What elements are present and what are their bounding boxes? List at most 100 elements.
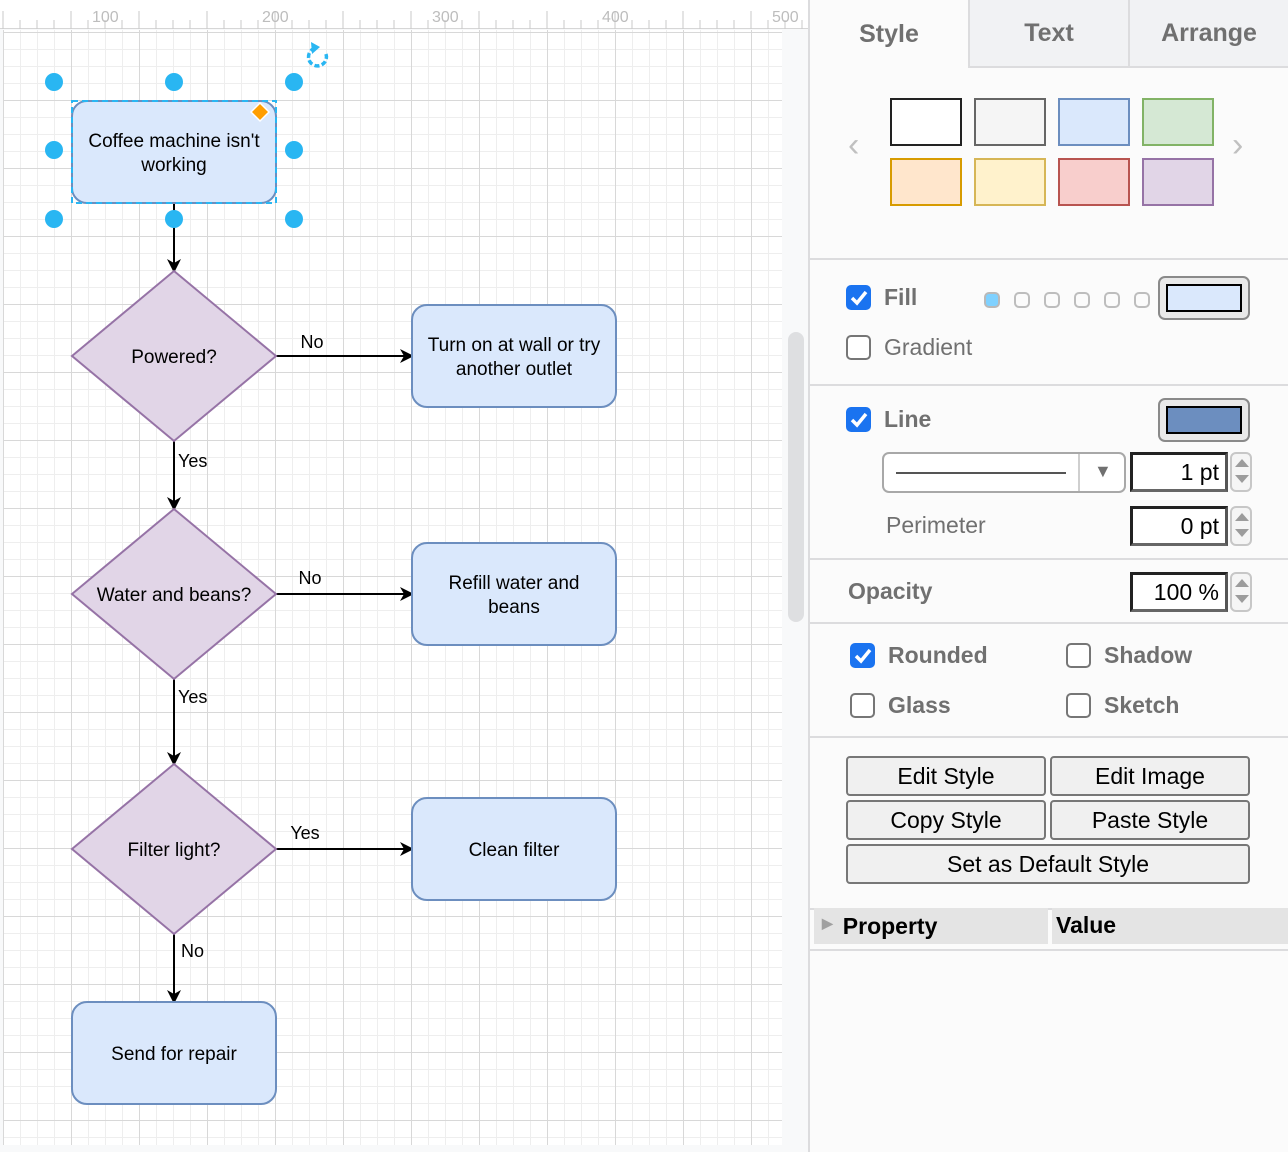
chevron-left-icon[interactable]: ‹ xyxy=(848,128,859,162)
edge-powered-turn-on[interactable]: No xyxy=(276,332,414,363)
edge-powered-water[interactable]: Yes xyxy=(167,441,207,511)
sketch-label: Sketch xyxy=(1104,692,1180,718)
edge-filter-clean[interactable]: Yes xyxy=(276,823,414,856)
style-swatch-grid xyxy=(890,98,1214,206)
edge-label[interactable]: No xyxy=(298,568,321,588)
node-start[interactable]: Coffee machine isn't working xyxy=(71,100,277,204)
line-width-input[interactable]: 1 pt xyxy=(1130,452,1228,492)
resize-handle[interactable] xyxy=(45,141,63,159)
node-label: Send for repair xyxy=(111,1044,237,1065)
edge-water-refill[interactable]: No xyxy=(276,568,414,601)
gradient-checkbox[interactable] xyxy=(846,335,871,360)
tab-style[interactable]: Style xyxy=(810,0,968,68)
chevron-right-icon[interactable]: › xyxy=(1232,128,1243,162)
line-checkbox[interactable] xyxy=(846,407,871,432)
node-clean[interactable]: Clean filter xyxy=(411,797,617,901)
node-label: Water and beans? xyxy=(97,585,252,606)
stepper-up-icon[interactable] xyxy=(1235,579,1249,587)
resize-handle[interactable] xyxy=(285,73,303,91)
property-table-divider xyxy=(810,949,1288,951)
style-options-section: Rounded Shadow Glass Sketch xyxy=(810,624,1288,738)
process-box[interactable] xyxy=(411,542,617,646)
style-swatch[interactable] xyxy=(1142,158,1214,206)
stepper-down-icon[interactable] xyxy=(1235,529,1249,537)
node-powered[interactable]: Powered? xyxy=(70,269,278,443)
resize-handle[interactable] xyxy=(165,73,183,91)
gradient-row: Gradient xyxy=(846,334,972,361)
value-column-header[interactable]: Value xyxy=(1052,908,1288,944)
node-label: Coffee machine isn't xyxy=(88,131,260,152)
diagram[interactable]: No Yes No Yes Yes No Coffee machine isn't worki… xyxy=(0,0,808,1152)
paste-style-button[interactable]: Paste Style xyxy=(1050,800,1250,840)
line-color-swatch xyxy=(1166,406,1242,434)
stepper-down-icon[interactable] xyxy=(1235,595,1249,603)
property-column-header[interactable]: ▶ Property xyxy=(814,908,1048,944)
vertical-scrollbar[interactable] xyxy=(788,332,804,622)
resize-handle[interactable] xyxy=(45,210,63,228)
copy-style-button[interactable]: Copy Style xyxy=(846,800,1046,840)
panel-tabs: Style Text Arrange xyxy=(810,0,1288,68)
edge-label[interactable]: Yes xyxy=(178,687,207,707)
rotate-icon[interactable] xyxy=(306,42,329,68)
opacity-input[interactable]: 100 % xyxy=(1130,572,1228,612)
opacity-stepper[interactable] xyxy=(1230,572,1252,612)
node-filter[interactable]: Filter light? xyxy=(70,762,278,936)
set-default-style-button[interactable]: Set as Default Style xyxy=(846,844,1250,884)
stepper-up-icon[interactable] xyxy=(1235,459,1249,467)
rounded-row: Rounded xyxy=(850,642,988,669)
rounded-checkbox[interactable] xyxy=(850,643,875,668)
edit-style-button[interactable]: Edit Style xyxy=(846,756,1046,796)
node-label: working xyxy=(140,155,206,176)
gradient-label: Gradient xyxy=(884,334,973,360)
fill-color-button[interactable] xyxy=(1158,276,1250,320)
edge-label[interactable]: No xyxy=(300,332,323,352)
rounded-label: Rounded xyxy=(888,642,988,668)
style-swatch[interactable] xyxy=(1142,98,1214,146)
expand-triangle-icon[interactable]: ▶ xyxy=(822,915,833,932)
sketch-checkbox[interactable] xyxy=(1066,693,1091,718)
process-box[interactable] xyxy=(71,100,277,204)
process-box[interactable] xyxy=(411,304,617,408)
edge-label[interactable]: Yes xyxy=(290,823,319,843)
node-label: Filter light? xyxy=(128,840,221,861)
edit-image-button[interactable]: Edit Image xyxy=(1050,756,1250,796)
line-color-button[interactable] xyxy=(1158,398,1250,442)
glass-checkbox[interactable] xyxy=(850,693,875,718)
edge-water-filter[interactable]: Yes xyxy=(167,679,207,766)
style-swatch[interactable] xyxy=(1058,158,1130,206)
property-table: ▶ Property Value xyxy=(814,908,1288,944)
resize-handle[interactable] xyxy=(285,141,303,159)
node-repair[interactable]: Send for repair xyxy=(71,1001,277,1105)
glass-label: Glass xyxy=(888,692,951,718)
node-turn-on[interactable]: Turn on at wall or try another outlet xyxy=(411,304,617,408)
perimeter-stepper[interactable] xyxy=(1230,506,1252,546)
tab-arrange[interactable]: Arrange xyxy=(1128,0,1288,68)
edge-label[interactable]: No xyxy=(181,941,204,961)
fill-checkbox[interactable] xyxy=(846,285,871,310)
line-pattern-select[interactable]: ▼ xyxy=(882,452,1126,493)
perimeter-input[interactable]: 0 pt xyxy=(1130,506,1228,546)
fill-row: Fill xyxy=(846,284,917,311)
style-swatch[interactable] xyxy=(890,158,962,206)
shadow-label: Shadow xyxy=(1104,642,1193,668)
style-swatch[interactable] xyxy=(974,98,1046,146)
tab-text[interactable]: Text xyxy=(968,0,1128,68)
fill-color-swatch xyxy=(1166,284,1242,312)
resize-handle[interactable] xyxy=(285,210,303,228)
node-water[interactable]: Water and beans? xyxy=(70,507,278,681)
edge-label[interactable]: Yes xyxy=(178,451,207,471)
shadow-checkbox[interactable] xyxy=(1066,643,1091,668)
node-refill[interactable]: Refill water and beans xyxy=(411,542,617,646)
node-label: Clean filter xyxy=(469,840,560,861)
resize-handle[interactable] xyxy=(165,210,183,228)
line-width-stepper[interactable] xyxy=(1230,452,1252,492)
select-divider xyxy=(1078,454,1080,491)
stepper-up-icon[interactable] xyxy=(1235,513,1249,521)
node-label: Powered? xyxy=(131,347,217,368)
resize-handle[interactable] xyxy=(45,73,63,91)
style-swatch[interactable] xyxy=(974,158,1046,206)
edge-filter-repair[interactable]: No xyxy=(167,934,204,1004)
style-swatch[interactable] xyxy=(1058,98,1130,146)
stepper-down-icon[interactable] xyxy=(1235,475,1249,483)
style-swatch[interactable] xyxy=(890,98,962,146)
